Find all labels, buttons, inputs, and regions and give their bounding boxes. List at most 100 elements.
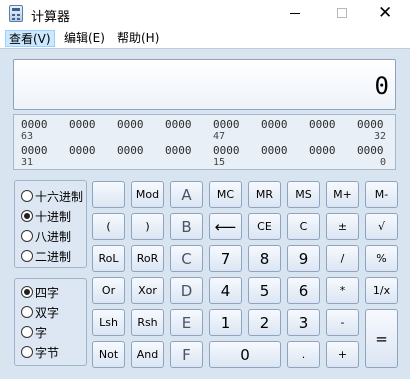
rol-button[interactable]: RoL [92,245,125,272]
radio-byte[interactable]: 字节 [21,343,59,361]
bit-group: 0000 [117,144,144,157]
plus-button[interactable]: + [326,341,359,368]
backspace-button[interactable]: ⟵ [209,213,242,240]
m-minus-button[interactable]: M- [365,181,398,208]
and-button[interactable]: And [131,341,164,368]
radio-qword[interactable]: 四字 [21,283,59,301]
reciprocal-button[interactable]: 1/x [365,277,398,304]
minimize-button[interactable] [273,0,319,28]
left-paren-button[interactable]: ( [92,213,125,240]
radio-circle [21,190,33,202]
window-title: 计算器 [31,10,71,25]
clear-button[interactable]: C [287,213,320,240]
bit-group: 0000 [117,118,144,131]
hex-e-button[interactable]: E [170,309,203,336]
maximize-button[interactable] [319,0,365,28]
equals-button[interactable]: = [365,309,398,368]
lsh-button[interactable]: Lsh [92,309,125,336]
mc-button[interactable]: MC [209,181,242,208]
mod-button[interactable]: Mod [131,181,164,208]
menu-edit[interactable]: 编辑(E) [61,30,108,47]
mr-button[interactable]: MR [248,181,281,208]
m-plus-button[interactable]: M+ [326,181,359,208]
digit-8-button[interactable]: 8 [248,245,281,272]
bit-position-label: 31 [21,157,34,168]
menu-bar: 查看(V) 编辑(E) 帮助(H) [0,28,410,49]
not-button[interactable]: Not [92,341,125,368]
bit-group: 0000 [357,118,384,131]
menu-help[interactable]: 帮助(H) [114,30,162,47]
decimal-button[interactable]: . [287,341,320,368]
right-paren-button[interactable]: ) [131,213,164,240]
bit-group: 0000 [21,118,48,131]
bit-group: 0000 [69,144,96,157]
bit-group: 0000 [165,118,192,131]
maximize-icon [337,8,347,18]
radio-circle [21,250,33,262]
blank-button[interactable] [92,181,125,208]
multiply-button[interactable]: * [326,277,359,304]
bit-position-label: 15 [213,157,226,168]
result-display: 0 [13,59,396,110]
bit-group: 0000 [69,118,96,131]
radio-circle [21,286,33,298]
radio-word[interactable]: 字 [21,323,47,341]
rsh-button[interactable]: Rsh [131,309,164,336]
bit-group: 0000 [309,144,336,157]
bit-group: 0000 [309,118,336,131]
bit-position-label: 32 [373,131,386,142]
digit-6-button[interactable]: 6 [287,277,320,304]
title-bar: 计算器 ✕ [0,0,410,28]
bit-group: 0000 [261,118,288,131]
bit-position-label: 0 [379,157,386,168]
ror-button[interactable]: RoR [131,245,164,272]
radio-circle [21,326,33,338]
xor-button[interactable]: Xor [131,277,164,304]
ms-button[interactable]: MS [287,181,320,208]
hex-d-button[interactable]: D [170,277,203,304]
radio-oct[interactable]: 八进制 [21,227,71,245]
ce-button[interactable]: CE [248,213,281,240]
digit-2-button[interactable]: 2 [248,309,281,336]
minus-button[interactable]: - [326,309,359,336]
digit-4-button[interactable]: 4 [209,277,242,304]
bit-group: 0000 [357,144,384,157]
digit-9-button[interactable]: 9 [287,245,320,272]
radio-dword[interactable]: 双字 [21,303,59,321]
close-button[interactable]: ✕ [364,0,410,28]
radio-hex[interactable]: 十六进制 [21,187,83,205]
radio-bin[interactable]: 二进制 [21,247,71,265]
bit-display: 0000 0000 0000 0000 0000 0000 0000 0000 … [13,114,396,170]
calculator-icon [9,5,23,22]
hex-b-button[interactable]: B [170,213,203,240]
or-button[interactable]: Or [92,277,125,304]
number-base-group: 十六进制 十进制 八进制 二进制 [14,180,87,268]
radio-circle [21,210,33,222]
radio-circle [21,346,33,358]
digit-3-button[interactable]: 3 [287,309,320,336]
digit-7-button[interactable]: 7 [209,245,242,272]
radio-circle [21,306,33,318]
radio-dec[interactable]: 十进制 [21,207,71,225]
hex-a-button[interactable]: A [170,181,203,208]
menu-view[interactable]: 查看(V) [5,30,55,47]
radio-circle [21,230,33,242]
divide-button[interactable]: / [326,245,359,272]
minimize-icon [290,13,300,14]
digit-1-button[interactable]: 1 [209,309,242,336]
hex-c-button[interactable]: C [170,245,203,272]
plus-minus-button[interactable]: ± [326,213,359,240]
bit-group: 0000 [213,144,240,157]
word-size-group: 四字 双字 字 字节 [14,278,87,366]
bit-position-label: 47 [213,131,226,142]
percent-button[interactable]: % [365,245,398,272]
hex-f-button[interactable]: F [170,341,203,368]
bit-group: 0000 [165,144,192,157]
bit-group: 0000 [261,144,288,157]
display-value: 0 [374,72,389,100]
digit-5-button[interactable]: 5 [248,277,281,304]
bit-group: 0000 [213,118,240,131]
digit-0-button[interactable]: 0 [209,341,281,368]
close-icon: ✕ [378,3,393,23]
sqrt-button[interactable]: √ [365,213,398,240]
